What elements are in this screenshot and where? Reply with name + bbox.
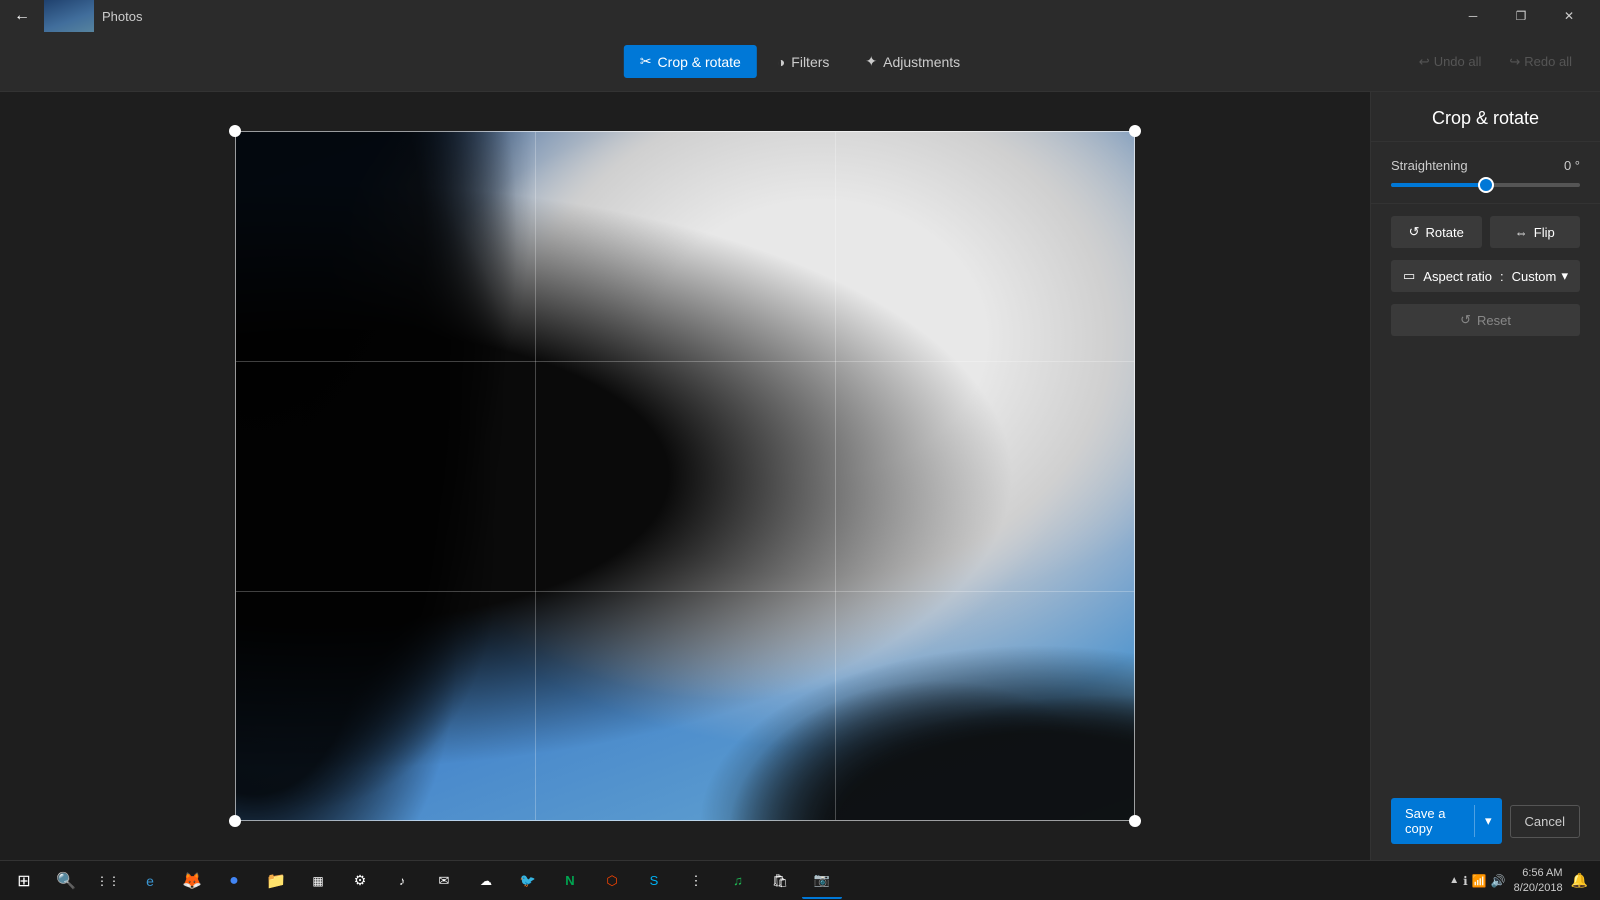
taskbar-settings[interactable]: ⚙ — [340, 863, 380, 899]
right-panel: Crop & rotate Straightening 0 ° ↺ Rotate… — [1370, 92, 1600, 860]
back-icon: ← — [14, 7, 30, 25]
close-button[interactable]: ✕ — [1546, 0, 1592, 32]
rotate-button[interactable]: ↺ Rotate — [1391, 216, 1482, 248]
redo-icon: ↪ — [1509, 54, 1520, 70]
window-controls: ─ ❐ ✕ — [1450, 0, 1592, 32]
taskbar-right: ▲ ℹ 📶 🔊 6:56 AM 8/20/2018 🔔 — [1449, 866, 1596, 895]
flip-icon: ⇔ — [1515, 225, 1528, 240]
save-label: Save a copy — [1391, 798, 1474, 844]
straightening-label: Straightening — [1391, 158, 1468, 173]
slider-thumb[interactable] — [1478, 177, 1494, 193]
taskbar-store[interactable]: 🛍 — [760, 863, 800, 899]
toolbar: ✂ Crop & rotate ◑ Filters ✦ Adjustments … — [0, 32, 1600, 92]
taskbar-skype[interactable]: S — [634, 863, 674, 899]
restore-button[interactable]: ❐ — [1498, 0, 1544, 32]
tab-crop-rotate[interactable]: ✂ Crop & rotate — [624, 45, 757, 78]
titlebar: ← Photos ─ ❐ ✕ — [0, 0, 1600, 32]
app-title: Photos — [102, 9, 142, 24]
tray-network-icon: 📶 — [1472, 874, 1487, 888]
notification-icon[interactable]: 🔔 — [1571, 872, 1588, 889]
handle-bottom-right[interactable] — [1129, 815, 1141, 827]
aspect-ratio-colon: : — [1500, 269, 1504, 284]
taskbar-chrome[interactable]: ● — [214, 863, 254, 899]
cancel-button[interactable]: Cancel — [1510, 805, 1580, 838]
toolbar-right: ↩ Undo all ↪ Redo all — [1411, 50, 1580, 74]
filters-icon: ◑ — [777, 54, 785, 70]
taskbar-tablet[interactable]: ▦ — [298, 863, 338, 899]
crop-rotate-label: Crop & rotate — [658, 54, 741, 70]
save-arrow-icon[interactable]: ▾ — [1474, 805, 1502, 837]
redo-button[interactable]: ↪ Redo all — [1501, 50, 1580, 74]
straightening-slider-track[interactable] — [1391, 183, 1580, 187]
minimize-button[interactable]: ─ — [1450, 0, 1496, 32]
handle-top-right[interactable] — [1129, 125, 1141, 137]
straightening-value: 0 ° — [1564, 158, 1580, 173]
handle-bottom-left[interactable] — [229, 815, 241, 827]
flip-button[interactable]: ⇔ Flip — [1490, 216, 1581, 248]
save-copy-button[interactable]: Save a copy ▾ — [1391, 798, 1502, 844]
straightening-header: Straightening 0 ° — [1391, 158, 1580, 173]
toolbar-tabs: ✂ Crop & rotate ◑ Filters ✦ Adjustments — [624, 45, 976, 78]
taskbar-twitter[interactable]: 🐦 — [508, 863, 548, 899]
undo-label: Undo all — [1434, 54, 1482, 69]
tray-volume-icon: 🔊 — [1491, 874, 1506, 888]
reset-label: Reset — [1477, 313, 1511, 328]
chevron-down-icon: ▾ — [1561, 268, 1568, 284]
adjustments-label: Adjustments — [883, 54, 960, 70]
tab-filters[interactable]: ◑ Filters — [761, 46, 846, 78]
reset-button[interactable]: ↺ Reset — [1391, 304, 1580, 336]
taskbar-start[interactable]: ⊞ — [4, 863, 44, 899]
titlebar-left: ← Photos — [8, 0, 142, 32]
adjustments-icon: ✦ — [865, 53, 877, 70]
undo-button[interactable]: ↩ Undo all — [1411, 50, 1490, 74]
crop-container[interactable] — [235, 131, 1135, 821]
panel-title: Crop & rotate — [1371, 92, 1600, 142]
aspect-ratio-label: Aspect ratio — [1423, 269, 1492, 284]
main-area: Crop & rotate Straightening 0 ° ↺ Rotate… — [0, 92, 1600, 860]
handle-top-left[interactable] — [229, 125, 241, 137]
rotate-label: Rotate — [1426, 225, 1464, 240]
aspect-ratio-button[interactable]: ▭ Aspect ratio : Custom ▾ — [1391, 260, 1580, 292]
crop-icon: ✂ — [640, 53, 652, 70]
aspect-ratio-left: ▭ Aspect ratio : Custom — [1403, 268, 1556, 284]
image-area — [0, 92, 1370, 860]
undo-icon: ↩ — [1419, 54, 1430, 70]
taskbar-explorer[interactable]: 📁 — [256, 863, 296, 899]
flip-label: Flip — [1534, 225, 1555, 240]
system-tray: ▲ ℹ 📶 🔊 — [1449, 874, 1505, 888]
taskbar-spotify[interactable]: ♫ — [718, 863, 758, 899]
straightening-section: Straightening 0 ° — [1371, 142, 1600, 204]
reset-icon: ↺ — [1460, 312, 1471, 328]
bottom-buttons: Save a copy ▾ Cancel — [1371, 782, 1600, 860]
taskbar-groove[interactable]: ♪ — [382, 863, 422, 899]
tab-adjustments[interactable]: ✦ Adjustments — [849, 45, 976, 78]
clock-time: 6:56 AM — [1514, 866, 1563, 880]
action-buttons: ↺ Rotate ⇔ Flip — [1371, 204, 1600, 260]
photo-trees-bottom — [640, 614, 1135, 821]
tray-info-icon: ℹ — [1463, 874, 1468, 888]
redo-label: Redo all — [1524, 54, 1572, 69]
back-button[interactable]: ← — [8, 2, 36, 30]
slider-fill — [1391, 183, 1486, 187]
taskbar-mail[interactable]: ✉ — [424, 863, 464, 899]
clock-date: 8/20/2018 — [1514, 881, 1563, 895]
photo-trees-left — [235, 131, 613, 821]
taskbar-firefox[interactable]: 🦊 — [172, 863, 212, 899]
filters-label: Filters — [791, 54, 829, 70]
taskbar-time[interactable]: 6:56 AM 8/20/2018 — [1514, 866, 1563, 895]
taskbar: ⊞ 🔍 ⋮⋮ e 🦊 ● 📁 ▦ ⚙ ♪ ✉ ☁ 🐦 N ⬡ S ⋮ ♫ 🛍 📷… — [0, 860, 1600, 900]
taskbar-app3[interactable]: ⋮ — [676, 863, 716, 899]
taskbar-search[interactable]: 🔍 — [46, 863, 86, 899]
taskbar-taskview[interactable]: ⋮⋮ — [88, 863, 128, 899]
tray-show-icon[interactable]: ▲ — [1449, 875, 1459, 886]
aspect-ratio-value: Custom — [1512, 269, 1557, 284]
aspect-ratio-icon: ▭ — [1403, 268, 1415, 284]
taskbar-onedrive[interactable]: ☁ — [466, 863, 506, 899]
taskbar-app1[interactable]: N — [550, 863, 590, 899]
taskbar-edge[interactable]: e — [130, 863, 170, 899]
taskbar-app2[interactable]: ⬡ — [592, 863, 632, 899]
rotate-icon: ↺ — [1409, 224, 1420, 240]
taskbar-photos[interactable]: 📷 — [802, 863, 842, 899]
thumbnail-preview — [44, 0, 94, 32]
